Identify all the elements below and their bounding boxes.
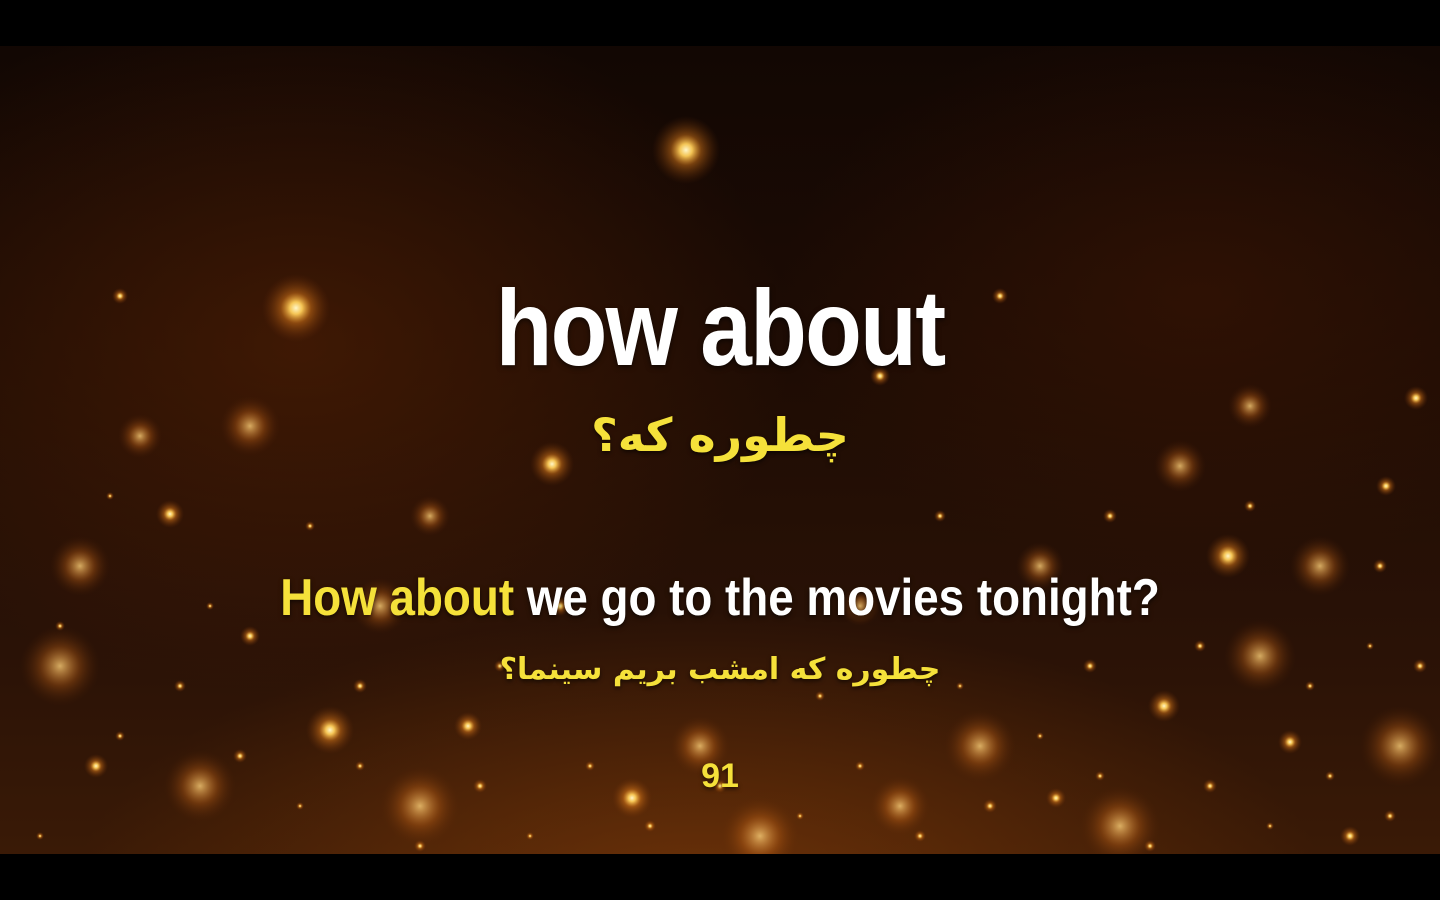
example-translation: چطوره که امشب بریم سینما؟: [499, 652, 941, 687]
card-number: 91: [701, 757, 739, 795]
example-highlight: How about: [280, 569, 515, 627]
letterbox-bottom: [0, 854, 1440, 900]
example-sentence: How about we go to the movies tonight?: [86, 566, 1353, 630]
video-frame: how about چطوره که؟ How about we go to t…: [0, 0, 1440, 900]
headword-translation: چطوره که؟: [591, 408, 849, 462]
example-rest: we go to the movies tonight?: [514, 569, 1160, 627]
flashcard: how about چطوره که؟ How about we go to t…: [0, 0, 1440, 900]
headword: how about: [495, 267, 947, 388]
letterbox-top: [0, 0, 1440, 46]
